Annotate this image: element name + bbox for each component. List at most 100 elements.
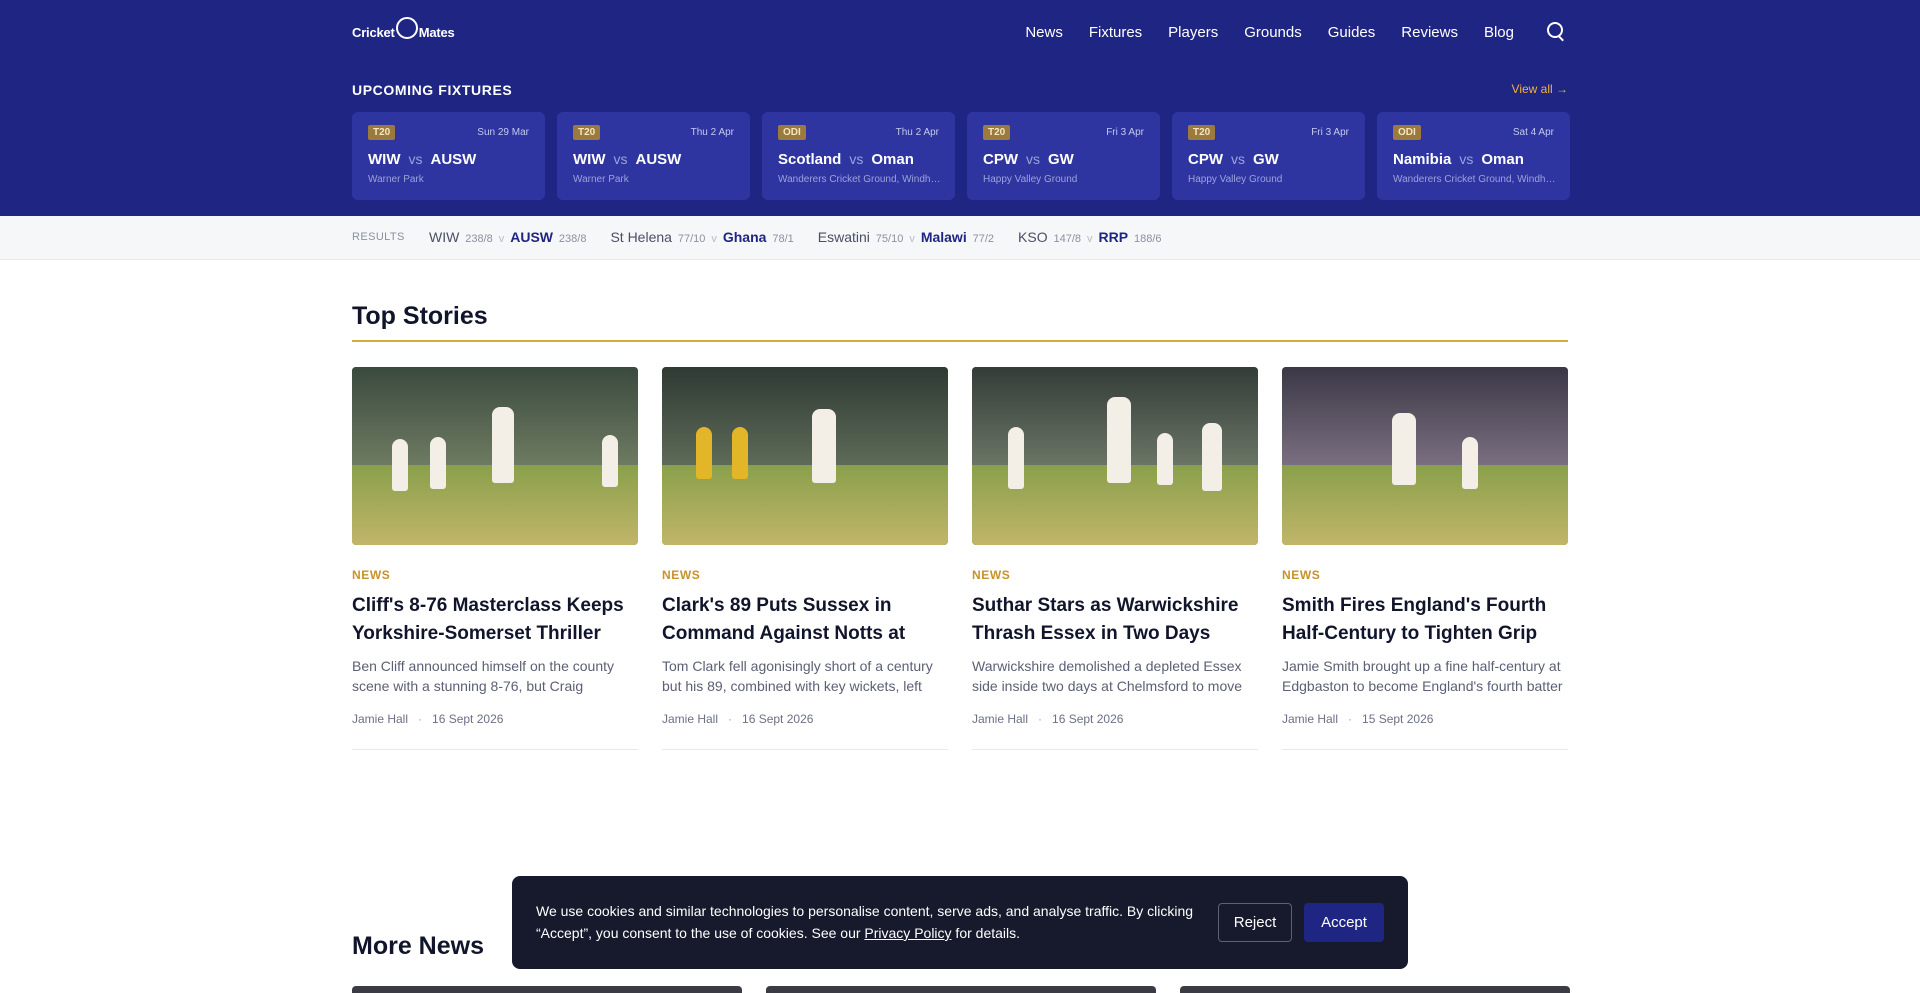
- logo-text-right: Mates: [418, 24, 455, 40]
- result-item[interactable]: St Helena 77/10 v Ghana 78/1: [610, 229, 793, 245]
- fixture-card[interactable]: ODI Thu 2 Apr Scotland vs Oman Wanderers C…: [762, 112, 955, 200]
- story-image[interactable]: [352, 367, 638, 545]
- accept-button[interactable]: Accept: [1304, 903, 1384, 942]
- vs-label: v: [711, 233, 717, 245]
- vs-label: vs: [1459, 151, 1474, 167]
- site-header: Cricket Mates News Fixtures Players Grou…: [0, 0, 1920, 216]
- story-author: Jamie Hall: [972, 712, 1029, 726]
- score-1: 238/8: [465, 233, 493, 245]
- nav-grounds[interactable]: Grounds: [1244, 24, 1302, 41]
- nav-fixtures[interactable]: Fixtures: [1089, 24, 1142, 41]
- results-label: RESULTS: [352, 231, 405, 243]
- story-date: 16 Sept 2026: [1052, 712, 1124, 726]
- home-team: CPW: [1188, 151, 1223, 168]
- fixture-teams: WIW vs AUSW: [573, 151, 681, 168]
- search-icon[interactable]: [1544, 20, 1568, 44]
- section-divider: [352, 340, 1568, 342]
- team-2: Malawi: [920, 229, 967, 245]
- home-team: Scotland: [778, 151, 842, 168]
- story-meta: Jamie Hall · 16 Sept 2026: [662, 712, 813, 726]
- score-2: 188/6: [1133, 233, 1162, 245]
- cookie-text: We use cookies and similar technologies …: [536, 900, 1196, 944]
- fixture-teams: Namibia vs Oman: [1393, 151, 1524, 168]
- away-team: GW: [1048, 151, 1074, 168]
- team-2: Ghana: [722, 229, 767, 245]
- cricket-ball-icon: [395, 17, 418, 39]
- fixture-date: Fri 3 Apr: [1106, 127, 1144, 138]
- team-1: St Helena: [610, 229, 672, 245]
- fixture-card[interactable]: T20 Fri 3 Apr CPW vs GW Happy Valley Groun…: [1172, 112, 1365, 200]
- main-nav: News Fixtures Players Grounds Guides Rev…: [1025, 20, 1568, 44]
- story-headline[interactable]: Cliff's 8-76 Masterclass Keeps Yorkshire…: [352, 592, 638, 648]
- fixture-card[interactable]: T20 Sun 29 Mar WIW vs AUSW Warner Park: [352, 112, 545, 200]
- team-1: Eswatini: [817, 229, 870, 245]
- vs-label: v: [498, 233, 505, 245]
- away-team: GW: [1253, 151, 1279, 168]
- fixture-date: Sun 29 Mar: [477, 127, 529, 138]
- story-card[interactable]: NEWS Clark's 89 Puts Sussex in Command A…: [662, 367, 948, 750]
- home-team: Namibia: [1393, 151, 1452, 168]
- story-image[interactable]: [1282, 367, 1568, 545]
- fixtures-strip: T20 Sun 29 Mar WIW vs AUSW Warner Park T20…: [352, 112, 1570, 200]
- site-logo[interactable]: Cricket Mates: [352, 14, 455, 50]
- story-image[interactable]: [662, 367, 948, 545]
- cookie-message-end: for details.: [951, 925, 1021, 941]
- score-1: 147/8: [1053, 233, 1082, 245]
- result-item[interactable]: WIW 238/8 v AUSW 238/8: [429, 229, 586, 245]
- result-item[interactable]: KSO 147/8 v RRP 188/6: [1018, 229, 1161, 245]
- story-card[interactable]: NEWS Suthar Stars as Warwickshire Thrash…: [972, 367, 1258, 750]
- more-news-title: More News: [352, 932, 484, 960]
- fixture-date: Sat 4 Apr: [1512, 127, 1554, 138]
- story-excerpt: Ben Cliff announced himself on the count…: [352, 658, 615, 694]
- vs-label: vs: [1026, 151, 1040, 167]
- story-headline[interactable]: Clark's 89 Puts Sussex in Command Agains…: [662, 592, 948, 648]
- away-team: AUSW: [635, 151, 682, 168]
- results-list: WIW 238/8 v AUSW 238/8 St Helena 77/10 v Gha…: [429, 229, 1162, 245]
- story-author: Jamie Hall: [662, 712, 719, 726]
- more-news-card[interactable]: [352, 986, 742, 993]
- story-headline[interactable]: Suthar Stars as Warwickshire Thrash Esse…: [972, 592, 1258, 648]
- team-1: KSO: [1018, 229, 1048, 245]
- nav-blog[interactable]: Blog: [1484, 24, 1514, 41]
- fixture-teams: CPW vs GW: [983, 151, 1074, 168]
- more-news-card[interactable]: [766, 986, 1156, 993]
- fixture-date: Thu 2 Apr: [895, 127, 939, 138]
- fixture-teams: Scotland vs Oman: [778, 151, 914, 168]
- fixture-ground: Wanderers Cricket Ground, Windhoek: [778, 174, 942, 185]
- result-item[interactable]: Eswatini 75/10 v Malawi 77/2: [818, 229, 994, 245]
- team-2: RRP: [1098, 229, 1129, 245]
- story-category: NEWS: [1282, 568, 1321, 582]
- meta-separator: ·: [418, 712, 423, 726]
- meta-separator: ·: [1348, 712, 1353, 726]
- home-team: WIW: [573, 151, 606, 168]
- vs-label: vs: [1231, 151, 1245, 167]
- fixture-card[interactable]: T20 Fri 3 Apr CPW vs GW Happy Valley Groun…: [967, 112, 1160, 200]
- more-news-card[interactable]: [1180, 986, 1570, 993]
- story-headline[interactable]: Smith Fires England's Fourth Half-Centur…: [1282, 592, 1568, 648]
- fixture-ground: Warner Park: [573, 174, 629, 185]
- nav-reviews[interactable]: Reviews: [1401, 24, 1458, 41]
- fixture-card[interactable]: T20 Thu 2 Apr WIW vs AUSW Warner Park: [557, 112, 750, 200]
- team-2: AUSW: [510, 229, 554, 245]
- story-card[interactable]: NEWS Cliff's 8-76 Masterclass Keeps York…: [352, 367, 638, 750]
- story-card[interactable]: NEWS Smith Fires England's Fourth Half-C…: [1282, 367, 1568, 750]
- format-badge: T20: [368, 125, 396, 140]
- meta-separator: ·: [1038, 712, 1043, 726]
- away-team: AUSW: [430, 151, 477, 168]
- nav-news[interactable]: News: [1025, 24, 1063, 41]
- fixture-card[interactable]: ODI Sat 4 Apr Namibia vs Oman Wanderers Cr…: [1377, 112, 1570, 200]
- score-1: 75/10: [875, 233, 904, 245]
- format-badge: ODI: [1393, 125, 1421, 140]
- meta-separator: ·: [728, 712, 733, 726]
- nav-players[interactable]: Players: [1168, 24, 1218, 41]
- story-image[interactable]: [972, 367, 1258, 545]
- format-badge: ODI: [778, 125, 806, 140]
- story-category: NEWS: [352, 568, 391, 582]
- privacy-policy-link[interactable]: Privacy Policy: [864, 925, 951, 941]
- view-all-link[interactable]: View all →: [1512, 82, 1568, 96]
- home-team: CPW: [983, 151, 1018, 168]
- vs-label: vs: [613, 151, 628, 167]
- reject-button[interactable]: Reject: [1218, 903, 1292, 942]
- fixture-ground: Warner Park: [368, 174, 424, 185]
- nav-guides[interactable]: Guides: [1328, 24, 1376, 41]
